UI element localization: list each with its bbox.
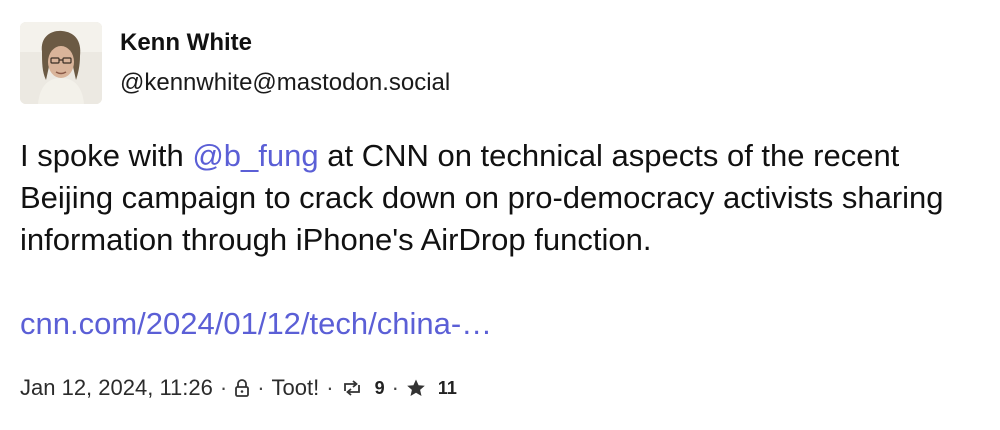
avatar-image	[20, 22, 102, 104]
post-link-paragraph: cnn.com/2024/01/12/tech/china-…	[20, 303, 980, 345]
star-icon[interactable]	[406, 378, 426, 398]
separator: ·	[257, 375, 265, 400]
article-link[interactable]: cnn.com/2024/01/12/tech/china-…	[20, 306, 492, 341]
boost-icon[interactable]	[341, 378, 363, 398]
author-display-name[interactable]: Kenn White	[120, 28, 450, 58]
mastodon-post: Kenn White @kennwhite@mastodon.social I …	[0, 0, 1000, 430]
post-application[interactable]: Toot!	[272, 374, 320, 402]
lock-icon	[234, 378, 250, 398]
post-meta: Jan 12, 2024, 11:26 · · Toot! · 9 · 11	[20, 374, 457, 402]
post-content: I spoke with @b_fung at CNN on technical…	[20, 135, 980, 345]
separator: ·	[391, 375, 399, 400]
avatar[interactable]	[20, 22, 102, 104]
mention-link[interactable]: @b_fung	[192, 138, 318, 173]
author-handle[interactable]: @kennwhite@mastodon.social	[120, 68, 450, 98]
separator: ·	[219, 375, 228, 400]
favourite-count: 11	[437, 378, 457, 398]
separator: ·	[326, 375, 334, 400]
post-text: I spoke with @b_fung at CNN on technical…	[20, 135, 980, 261]
post-timestamp[interactable]: Jan 12, 2024, 11:26	[20, 374, 213, 402]
author-block: Kenn White @kennwhite@mastodon.social	[120, 28, 450, 98]
post-text-start: I spoke with	[20, 138, 193, 173]
boost-count: 9	[374, 378, 385, 398]
